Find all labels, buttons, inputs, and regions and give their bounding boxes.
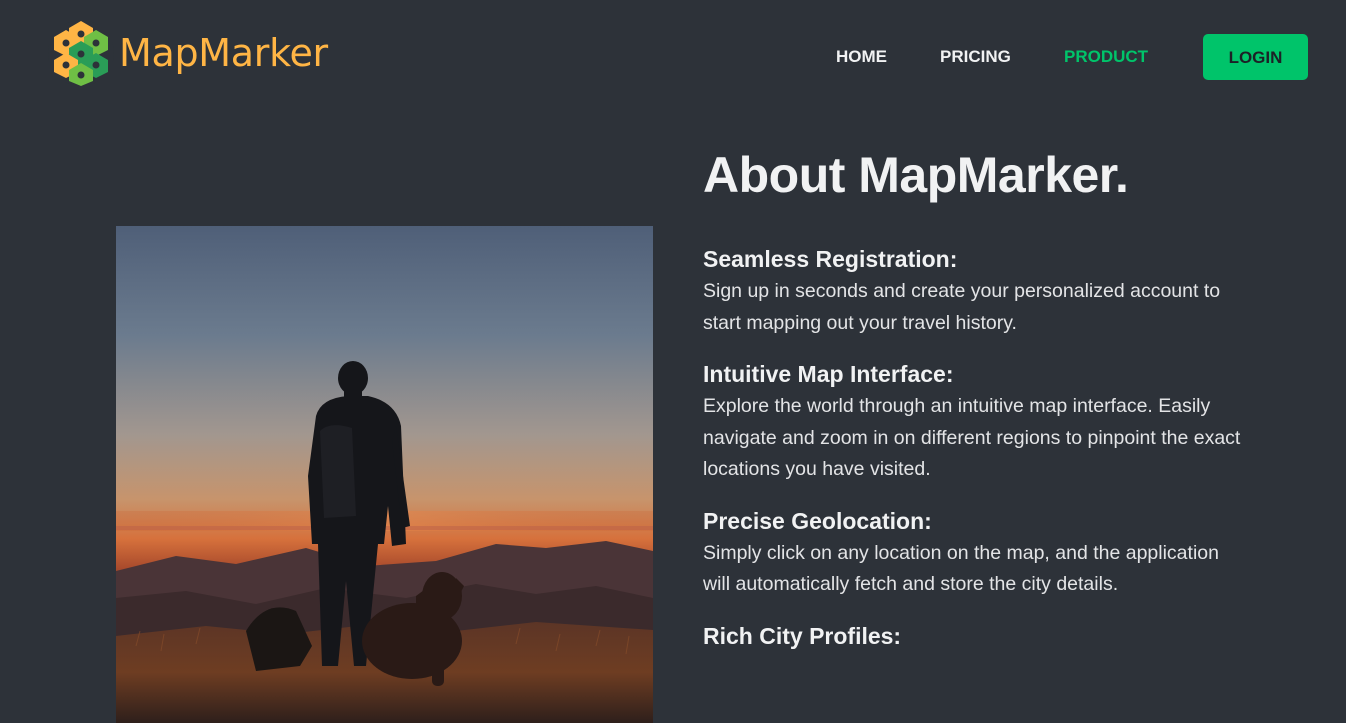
hero-photo	[116, 226, 653, 723]
main-nav: HOME PRICING PRODUCT LOGIN	[0, 34, 1346, 80]
feature-rich-city-profiles: Rich City Profiles:	[703, 621, 1263, 651]
feature-title: Seamless Registration:	[703, 246, 958, 272]
feature-title: Intuitive Map Interface:	[703, 361, 954, 387]
page-title: About MapMarker.	[703, 147, 1129, 203]
nav-product-link[interactable]: PRODUCT	[1064, 34, 1148, 80]
nav-pricing-link[interactable]: PRICING	[940, 34, 1011, 80]
nav-home-link[interactable]: HOME	[836, 34, 887, 80]
feature-title: Precise Geolocation:	[703, 507, 932, 534]
about-section: About MapMarker. Seamless Registration: …	[703, 140, 1263, 653]
feature-description: Sign up in seconds and create your perso…	[703, 280, 1221, 334]
feature-precise-geolocation: Precise Geolocation: Simply click on any…	[703, 506, 1263, 601]
feature-intuitive-map-interface: Intuitive Map Interface: Explore the wor…	[703, 359, 1263, 486]
sunset-hiker-dog-image	[116, 226, 653, 723]
feature-seamless-registration: Seamless Registration: Sign up in second…	[703, 244, 1263, 339]
feature-description: Simply click on any location on the map,…	[703, 541, 1219, 596]
feature-description: Explore the world through an intuitive m…	[703, 395, 1241, 480]
login-button[interactable]: LOGIN	[1203, 34, 1308, 80]
feature-title: Rich City Profiles:	[703, 622, 902, 649]
